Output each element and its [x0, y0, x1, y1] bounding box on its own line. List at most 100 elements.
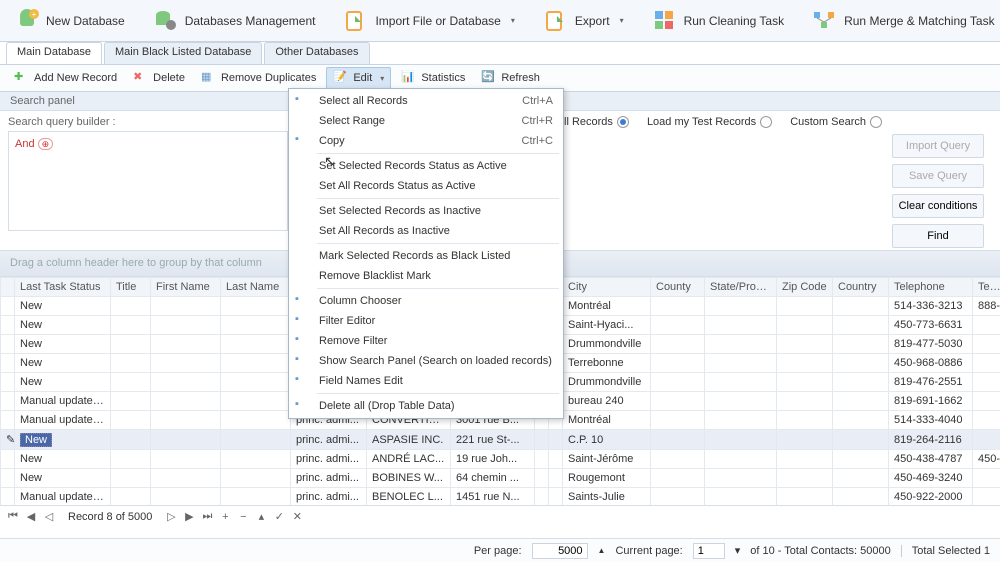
cell[interactable]: [1, 411, 15, 430]
cell[interactable]: [151, 354, 221, 373]
cell[interactable]: [973, 392, 1000, 411]
cell[interactable]: [705, 373, 777, 392]
cell[interactable]: Manual updated...: [15, 392, 111, 411]
cell[interactable]: [651, 469, 705, 488]
cell[interactable]: 450-: [973, 450, 1000, 469]
cell[interactable]: 888-: [973, 297, 1000, 316]
next-page[interactable]: ▶: [182, 510, 196, 523]
curpage-input[interactable]: [693, 543, 725, 559]
menu-item[interactable]: Set Selected Records as Inactive: [289, 201, 563, 221]
cell[interactable]: [221, 469, 291, 488]
prev-rec[interactable]: ◁: [42, 510, 56, 523]
menu-item[interactable]: ▪Remove Filter: [289, 331, 563, 351]
cell[interactable]: [535, 469, 549, 488]
cell[interactable]: [549, 430, 563, 450]
cell[interactable]: [111, 411, 151, 430]
tab-blacklist-db[interactable]: Main Black Listed Database: [104, 42, 262, 64]
cell[interactable]: [151, 316, 221, 335]
cell[interactable]: [651, 411, 705, 430]
cell[interactable]: 19 rue Joh...: [451, 450, 535, 469]
cell[interactable]: [833, 354, 889, 373]
cell[interactable]: [833, 392, 889, 411]
menu-item[interactable]: Set All Records as Inactive: [289, 221, 563, 241]
cell[interactable]: [833, 430, 889, 450]
cell[interactable]: New: [15, 297, 111, 316]
cell[interactable]: [651, 430, 705, 450]
col-header[interactable]: State/Provi...: [705, 278, 777, 297]
cell[interactable]: [777, 469, 833, 488]
menu-item[interactable]: ▪Filter Editor: [289, 311, 563, 331]
radio-load-test[interactable]: Load my Test Records: [647, 116, 772, 128]
cell[interactable]: [777, 297, 833, 316]
commit[interactable]: ✓: [272, 510, 286, 523]
cell[interactable]: 819-691-1662: [889, 392, 973, 411]
cell[interactable]: [651, 354, 705, 373]
cell[interactable]: [777, 335, 833, 354]
cell[interactable]: [833, 469, 889, 488]
cell[interactable]: [221, 450, 291, 469]
cell[interactable]: [973, 373, 1000, 392]
col-header[interactable]: City: [563, 278, 651, 297]
cell[interactable]: [1, 450, 15, 469]
cell[interactable]: 819-264-2116: [889, 430, 973, 450]
cell[interactable]: [535, 430, 549, 450]
prev-page[interactable]: ◀: [24, 510, 38, 523]
cell[interactable]: [973, 469, 1000, 488]
cell[interactable]: New: [15, 316, 111, 335]
cell[interactable]: [705, 411, 777, 430]
cell[interactable]: [151, 297, 221, 316]
cell[interactable]: [651, 392, 705, 411]
col-header[interactable]: Telep: [973, 278, 1000, 297]
cell[interactable]: [151, 411, 221, 430]
export-button[interactable]: Export: [535, 4, 632, 38]
refresh-button[interactable]: 🔄Refresh: [475, 68, 546, 88]
merge-task-button[interactable]: Run Merge & Matching Task: [804, 4, 1000, 38]
add-rec[interactable]: +: [218, 511, 232, 523]
cell[interactable]: [151, 469, 221, 488]
cell[interactable]: [111, 488, 151, 506]
cell[interactable]: [651, 450, 705, 469]
col-header[interactable]: First Name: [151, 278, 221, 297]
menu-item[interactable]: Mark Selected Records as Black Listed: [289, 246, 563, 266]
cell[interactable]: [535, 488, 549, 506]
cell[interactable]: [221, 316, 291, 335]
cell[interactable]: [111, 335, 151, 354]
cleaning-task-button[interactable]: Run Cleaning Task: [644, 4, 793, 38]
table-row[interactable]: ✎Newprinc. admi...ASPASIE INC.221 rue St…: [1, 430, 1000, 450]
cell[interactable]: [111, 469, 151, 488]
cell[interactable]: [833, 297, 889, 316]
edit-button[interactable]: 📝Edit: [326, 67, 391, 89]
cell[interactable]: [535, 450, 549, 469]
cell[interactable]: 450-968-0886: [889, 354, 973, 373]
cell[interactable]: 819-477-5030: [889, 335, 973, 354]
cell[interactable]: 1451 rue N...: [451, 488, 535, 506]
radio-custom-search[interactable]: Custom Search: [790, 116, 882, 128]
cell[interactable]: [705, 297, 777, 316]
add-record-button[interactable]: ✚Add New Record: [8, 68, 123, 88]
col-header[interactable]: County: [651, 278, 705, 297]
tab-main-db[interactable]: Main Database: [6, 42, 102, 64]
cell[interactable]: [777, 430, 833, 450]
find-button[interactable]: Find: [892, 224, 984, 248]
cell[interactable]: [111, 316, 151, 335]
table-row[interactable]: Manual updated...princ. admi...BENOLEC L…: [1, 488, 1000, 506]
cell[interactable]: [705, 335, 777, 354]
col-header[interactable]: Telephone: [889, 278, 973, 297]
cell[interactable]: [221, 430, 291, 450]
cell[interactable]: [777, 316, 833, 335]
cell[interactable]: Saint-Jérôme: [563, 450, 651, 469]
cell[interactable]: [1, 297, 15, 316]
cell[interactable]: New: [15, 430, 111, 450]
cell[interactable]: [151, 450, 221, 469]
cell[interactable]: Saints-Julie: [563, 488, 651, 506]
cell[interactable]: C.P. 10: [563, 430, 651, 450]
cell[interactable]: princ. admi...: [291, 469, 367, 488]
cell[interactable]: [151, 392, 221, 411]
cell[interactable]: New: [15, 354, 111, 373]
menu-item[interactable]: ▪Show Search Panel (Search on loaded rec…: [289, 351, 563, 371]
cell[interactable]: [221, 373, 291, 392]
col-header[interactable]: [1, 278, 15, 297]
menu-item[interactable]: Set Selected Records Status as Active: [289, 156, 563, 176]
cell[interactable]: [705, 469, 777, 488]
table-row[interactable]: Newprinc. admi...ANDRÉ LAC...19 rue Joh.…: [1, 450, 1000, 469]
